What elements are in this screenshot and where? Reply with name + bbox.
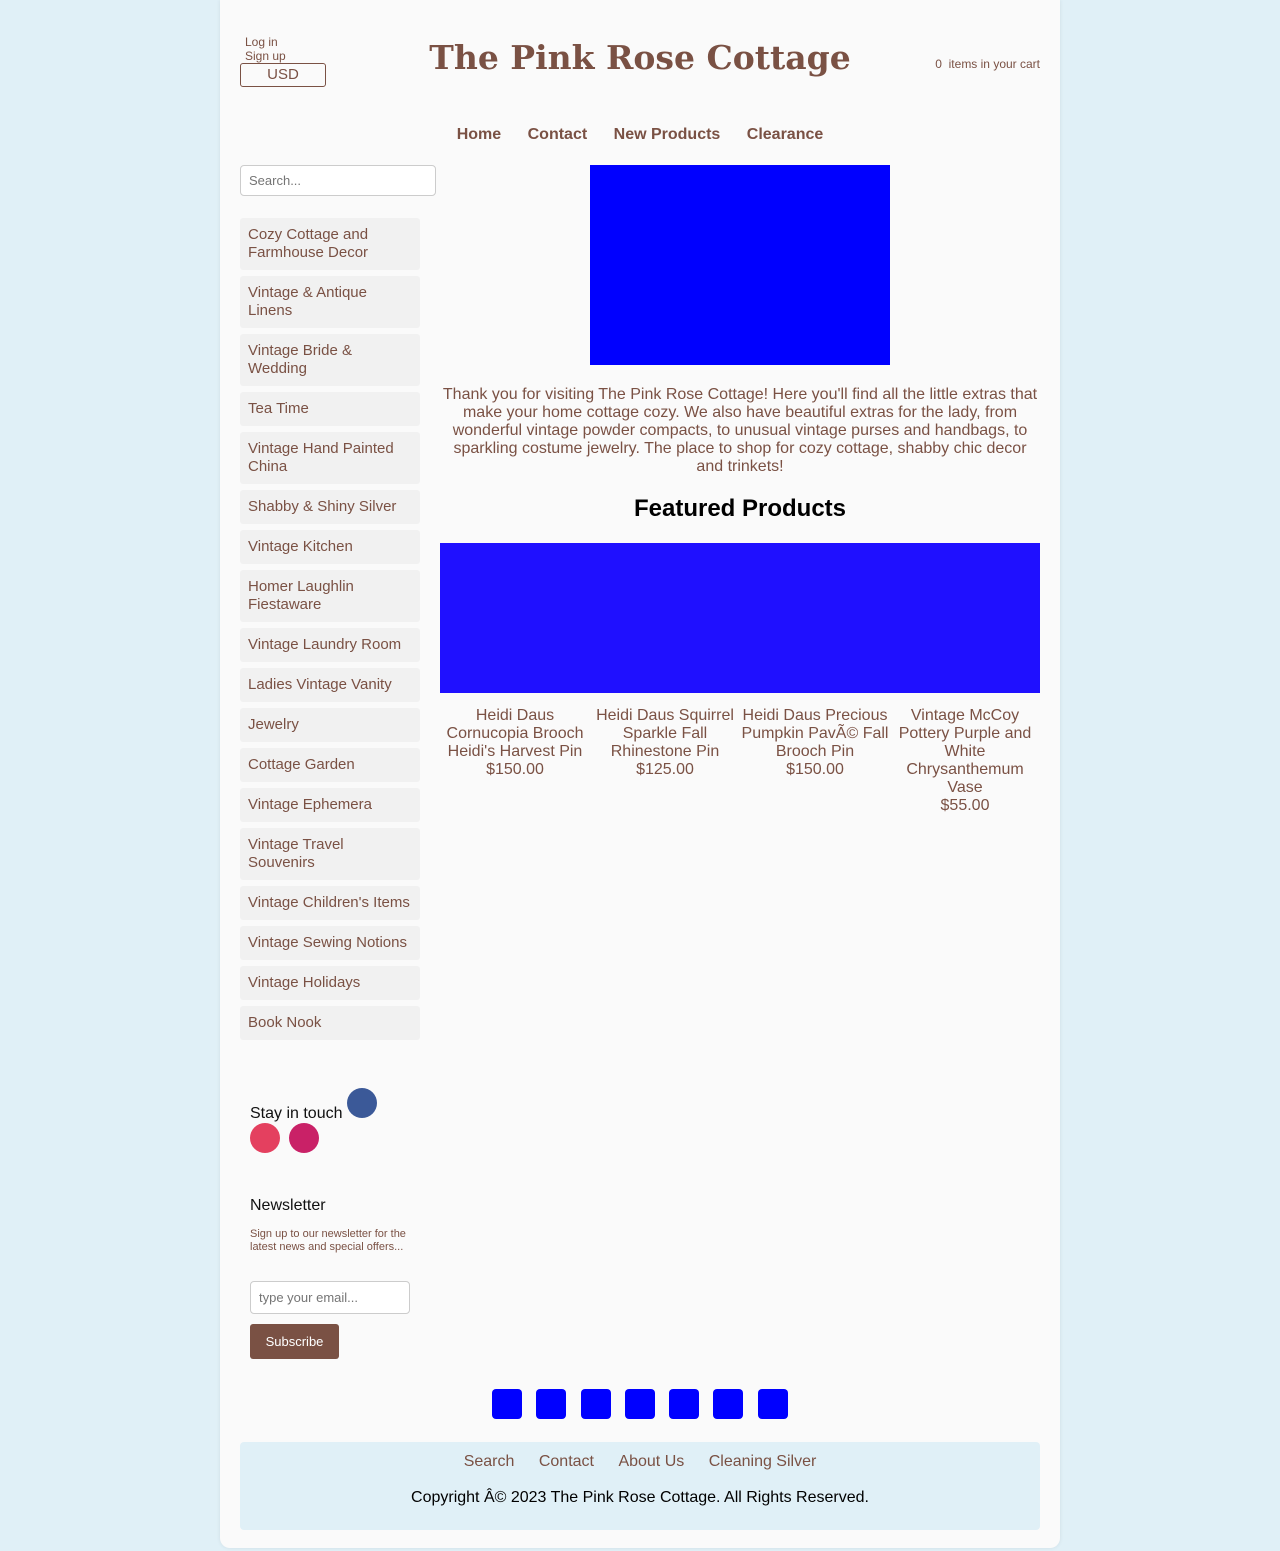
- site-title[interactable]: The Pink Rose Cottage: [220, 38, 1060, 77]
- footer-link-cleaning-silver[interactable]: Cleaning Silver: [709, 1453, 817, 1470]
- category-item[interactable]: Shabby & Shiny Silver: [240, 490, 420, 524]
- product-name[interactable]: Heidi Daus Precious Pumpkin PavÃ© Fall B…: [740, 707, 890, 761]
- product-price: $55.00: [940, 797, 990, 814]
- cart-summary[interactable]: 0 items in your cart: [935, 57, 1040, 71]
- newsletter-title: Newsletter: [250, 1197, 326, 1214]
- product-price: $125.00: [636, 761, 694, 778]
- cart-label: items in your cart: [948, 57, 1040, 71]
- category-item[interactable]: Cozy Cottage and Farmhouse Decor: [240, 218, 420, 270]
- product-card[interactable]: Vintage McCoy Pottery Purple and White C…: [890, 707, 1040, 815]
- search-input[interactable]: [240, 165, 436, 196]
- category-item[interactable]: Vintage Sewing Notions: [240, 926, 420, 960]
- product-name[interactable]: Vintage McCoy Pottery Purple and White C…: [890, 707, 1040, 797]
- product-name[interactable]: Heidi Daus Squirrel Sparkle Fall Rhinest…: [590, 707, 740, 761]
- category-list: Cozy Cottage and Farmhouse Decor Vintage…: [240, 218, 420, 1046]
- category-item[interactable]: Vintage Kitchen: [240, 530, 420, 564]
- featured-products-image[interactable]: [440, 543, 1040, 693]
- copyright: Copyright Â© 2023 The Pink Rose Cottage.…: [411, 1489, 869, 1506]
- product-card[interactable]: Heidi Daus Squirrel Sparkle Fall Rhinest…: [590, 707, 740, 779]
- email-field[interactable]: [250, 1281, 410, 1314]
- payment-icons: [492, 1389, 802, 1424]
- category-item[interactable]: Ladies Vintage Vanity: [240, 668, 420, 702]
- category-item[interactable]: Vintage Children's Items: [240, 886, 420, 920]
- nav-clearance[interactable]: Clearance: [747, 126, 824, 143]
- product-price: $150.00: [786, 761, 844, 778]
- subscribe-button[interactable]: Subscribe: [250, 1324, 339, 1359]
- category-item[interactable]: Jewelry: [240, 708, 420, 742]
- payment-icon: [757, 1389, 788, 1419]
- stay-in-touch-label: Stay in touch: [250, 1105, 343, 1122]
- category-item[interactable]: Vintage Bride & Wedding: [240, 334, 420, 386]
- hero-image: [590, 165, 890, 365]
- instagram-icon[interactable]: [289, 1123, 319, 1153]
- featured-heading: Featured Products: [633, 495, 847, 522]
- category-item[interactable]: Vintage Travel Souvenirs: [240, 828, 420, 880]
- nav-home[interactable]: Home: [457, 126, 501, 143]
- footer: Search Contact About Us Cleaning Silver …: [240, 1442, 1040, 1530]
- page-container: Log in Sign up USD The Pink Rose Cottage…: [220, 0, 1060, 1548]
- product-price: $150.00: [486, 761, 544, 778]
- welcome-text: Thank you for visiting The Pink Rose Cot…: [442, 386, 1038, 475]
- footer-link-about-us[interactable]: About Us: [618, 1453, 684, 1470]
- category-item[interactable]: Homer Laughlin Fiestaware: [240, 570, 420, 622]
- category-item[interactable]: Vintage Holidays: [240, 966, 420, 1000]
- category-item[interactable]: Vintage & Antique Linens: [240, 276, 420, 328]
- nav-contact[interactable]: Contact: [528, 126, 588, 143]
- footer-links: Search Contact About Us Cleaning Silver: [240, 1453, 1040, 1471]
- cart-count: 0: [935, 57, 942, 71]
- category-item[interactable]: Book Nook: [240, 1006, 420, 1040]
- category-item[interactable]: Tea Time: [240, 392, 420, 426]
- category-item[interactable]: Vintage Hand Painted China: [240, 432, 420, 484]
- category-item[interactable]: Vintage Ephemera: [240, 788, 420, 822]
- pinterest-icon[interactable]: [250, 1123, 280, 1153]
- payment-icon: [624, 1389, 655, 1419]
- payment-icon: [713, 1389, 744, 1419]
- facebook-icon[interactable]: [347, 1088, 377, 1118]
- category-item[interactable]: Vintage Laundry Room: [240, 628, 420, 662]
- category-item[interactable]: Cottage Garden: [240, 748, 420, 782]
- nav-new-products[interactable]: New Products: [614, 126, 721, 143]
- main-nav: Home Contact New Products Clearance: [220, 126, 1060, 144]
- newsletter-text: Sign up to our newsletter for the latest…: [250, 1228, 406, 1253]
- payment-icon: [580, 1389, 611, 1419]
- footer-link-search[interactable]: Search: [464, 1453, 515, 1470]
- footer-link-contact[interactable]: Contact: [539, 1453, 594, 1470]
- product-card[interactable]: Heidi Daus Precious Pumpkin PavÃ© Fall B…: [740, 707, 890, 779]
- product-card[interactable]: Heidi Daus Cornucopia Brooch Heidi's Har…: [440, 707, 590, 779]
- product-name[interactable]: Heidi Daus Cornucopia Brooch Heidi's Har…: [440, 707, 590, 761]
- payment-icon: [492, 1389, 522, 1419]
- payment-icon: [536, 1389, 567, 1419]
- payment-icon: [669, 1389, 700, 1419]
